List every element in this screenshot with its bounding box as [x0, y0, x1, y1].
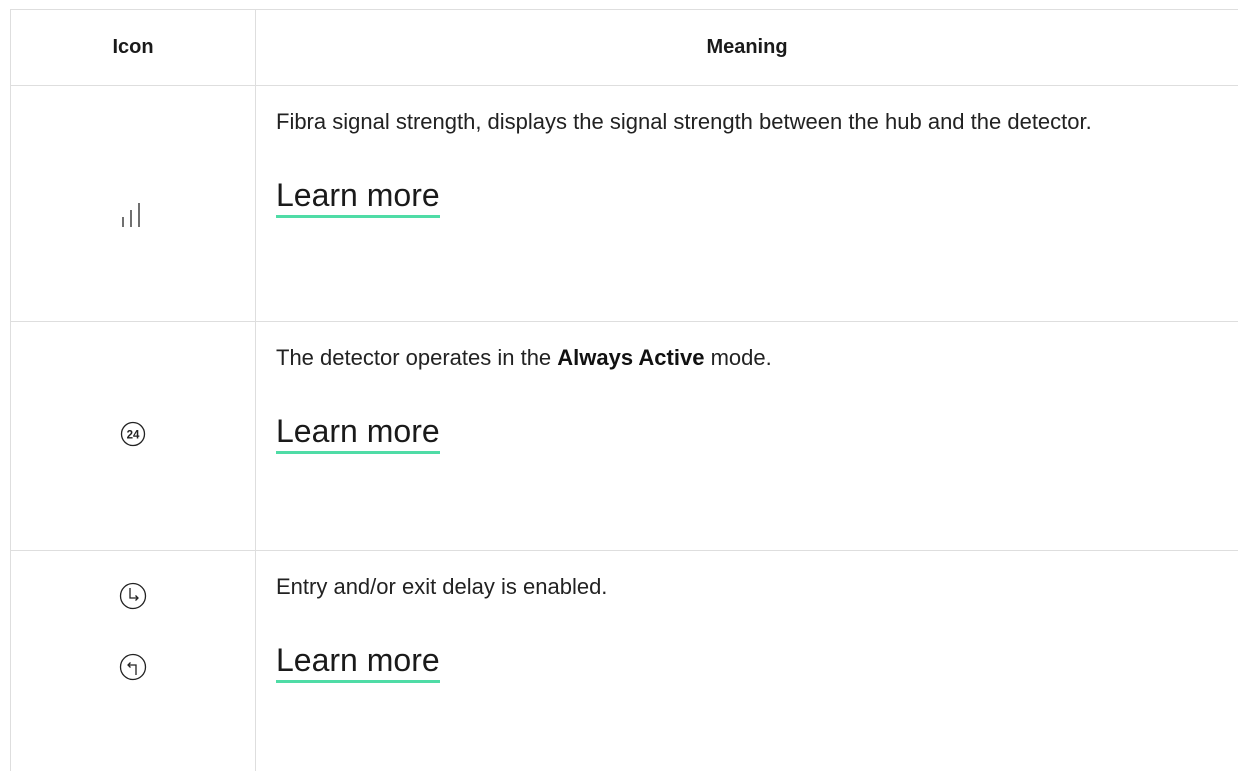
meaning-cell: Fibra signal strength, displays the sign…: [256, 86, 1238, 321]
entry-delay-icon: [119, 582, 147, 610]
header-icon-label: Icon: [112, 36, 154, 58]
icon-cell: 24: [10, 322, 256, 550]
signal-strength-icon: [122, 203, 140, 227]
always-active-24-icon: 24: [120, 421, 146, 447]
header-meaning-label: Meaning: [706, 36, 788, 58]
table-row: 24 The detector operates in the Always A…: [10, 321, 1238, 550]
description-prefix: The detector operates in the: [276, 345, 558, 370]
header-icon-cell: Icon: [10, 10, 256, 85]
table-row: Entry and/or exit delay is enabled. Lear…: [10, 550, 1238, 771]
row-description: Entry and/or exit delay is enabled.: [276, 574, 608, 599]
learn-more-link[interactable]: Learn more: [276, 640, 440, 683]
row-description: Fibra signal strength, displays the sign…: [276, 109, 1092, 134]
learn-more-link[interactable]: Learn more: [276, 411, 440, 454]
always-active-24-text: 24: [127, 430, 140, 442]
header-meaning-cell: Meaning: [256, 10, 1238, 85]
table-row: Fibra signal strength, displays the sign…: [10, 85, 1238, 321]
meaning-cell: Entry and/or exit delay is enabled. Lear…: [256, 551, 1238, 771]
table-header-row: Icon Meaning: [10, 9, 1238, 85]
learn-more-link[interactable]: Learn more: [276, 175, 440, 218]
icon-cell: [10, 86, 256, 321]
meaning-cell: The detector operates in the Always Acti…: [256, 322, 1238, 550]
row-description: The detector operates in the Always Acti…: [276, 340, 1218, 375]
exit-delay-icon: [119, 653, 147, 681]
icon-cell: [10, 551, 256, 771]
description-suffix: mode.: [704, 345, 772, 370]
icons-table: Icon Meaning Fibra signal strength, disp…: [10, 9, 1238, 771]
description-bold: Always Active: [557, 345, 705, 370]
